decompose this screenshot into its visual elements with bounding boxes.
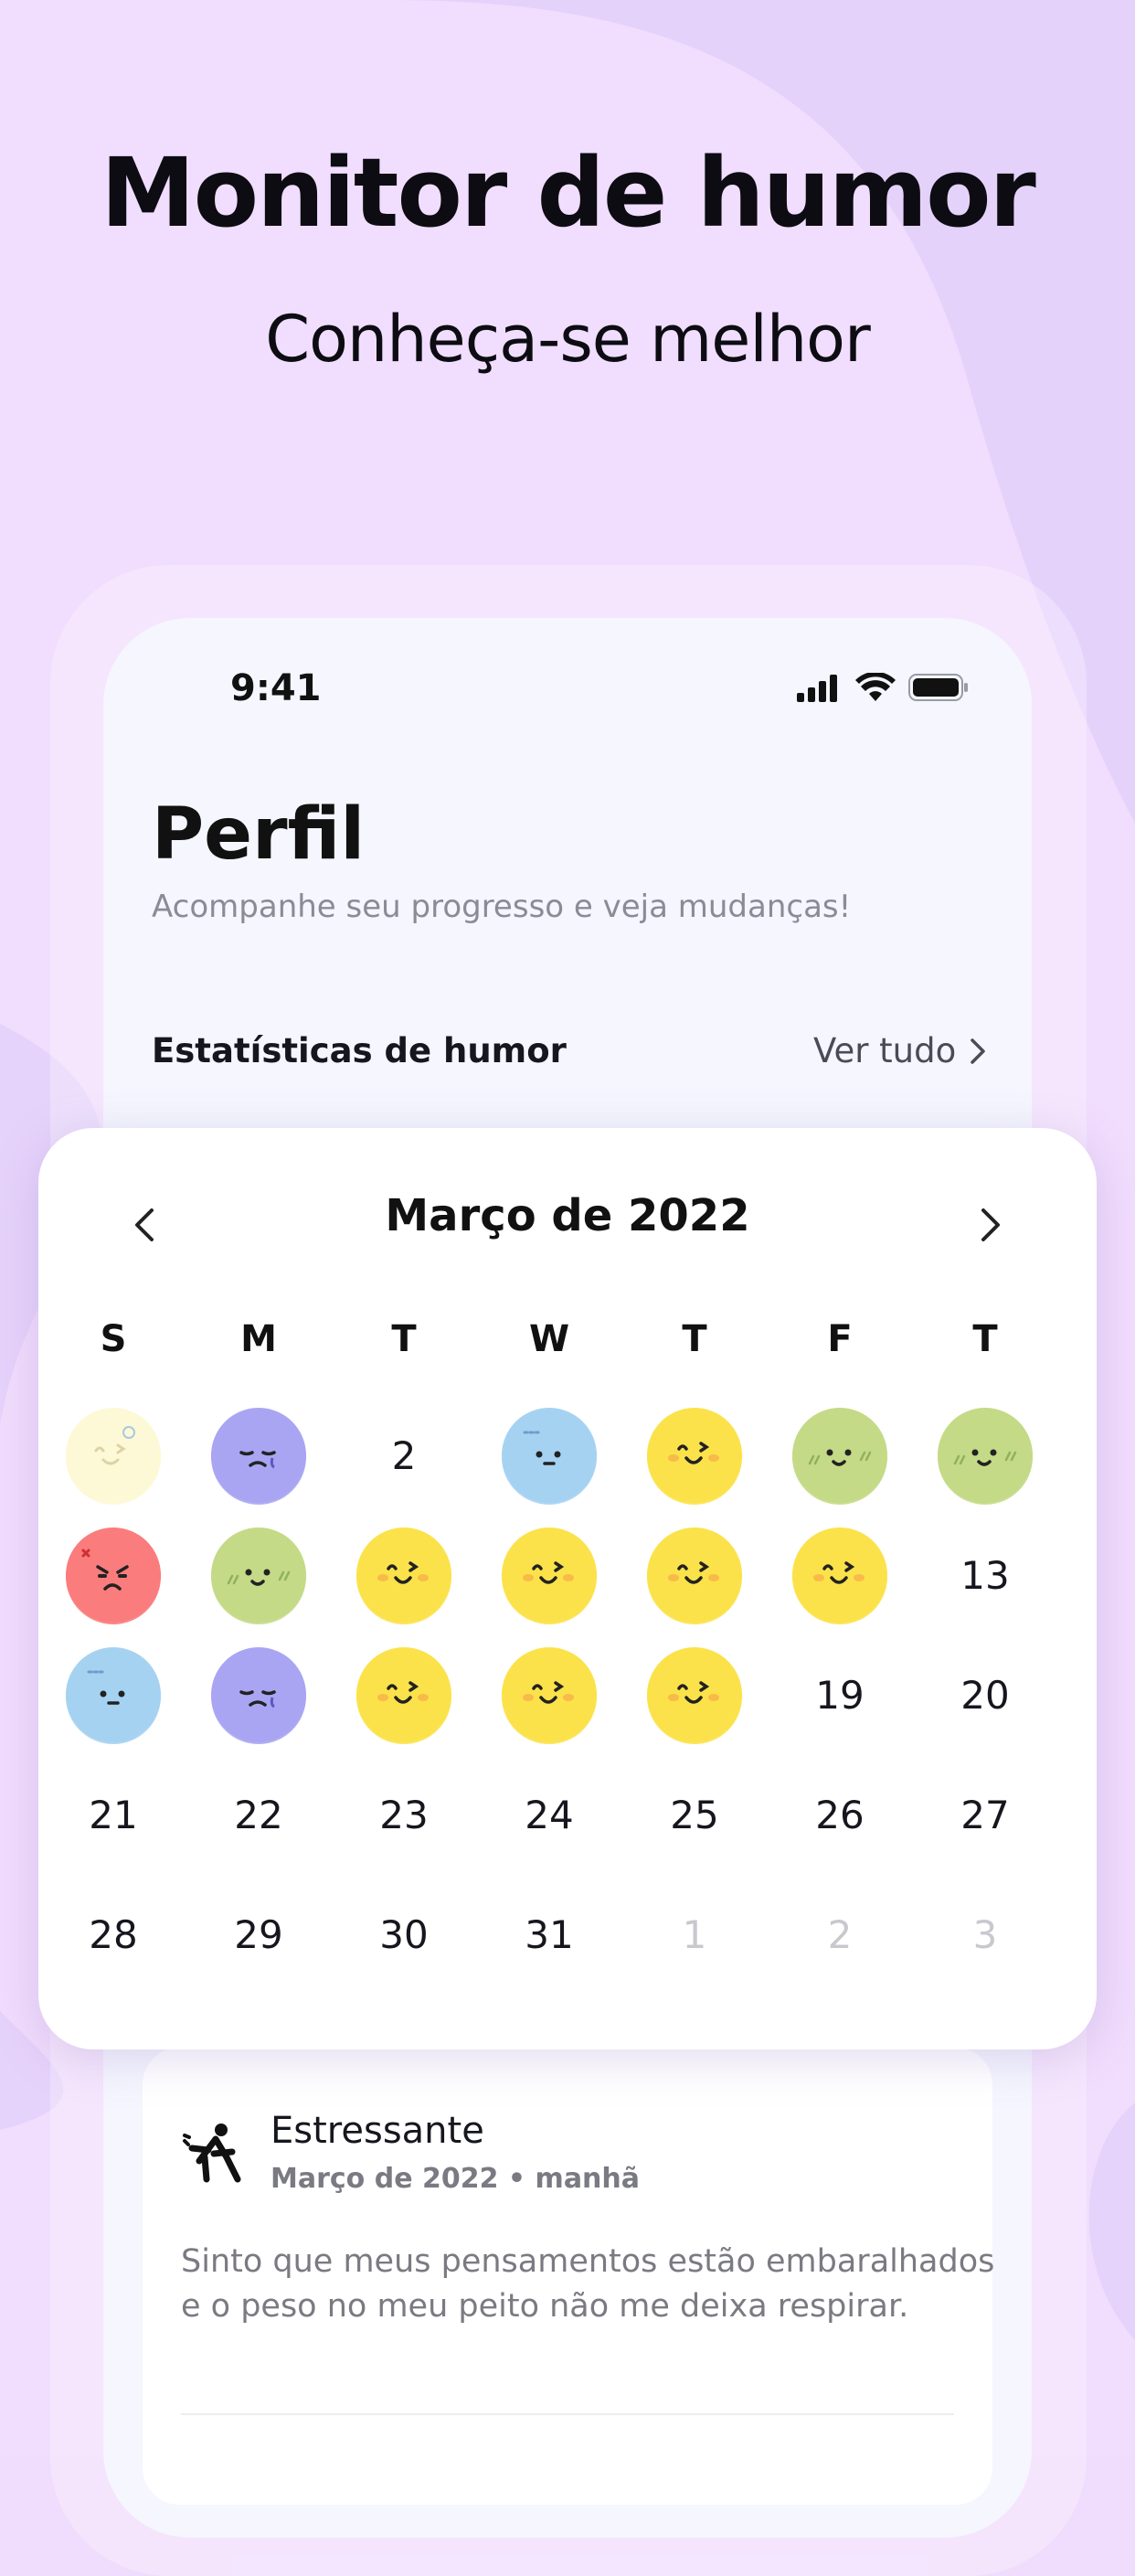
see-all-label: Ver tudo [813, 1031, 957, 1070]
calendar-day[interactable]: 3 [935, 1884, 1035, 1985]
mood-angry-icon[interactable] [63, 1525, 164, 1625]
calendar-day[interactable]: 2 [354, 1405, 454, 1506]
hero-subtitle: Conheça-se melhor [265, 302, 871, 377]
entry-title: Estressante [270, 2110, 484, 2152]
mood-calm-icon[interactable] [499, 1405, 599, 1506]
weekday-label: T [682, 1318, 707, 1360]
mood-content-icon[interactable] [790, 1405, 890, 1506]
calendar-day[interactable]: 30 [354, 1884, 454, 1985]
weekday-label: W [528, 1318, 570, 1360]
divider [181, 2413, 954, 2415]
mood-sad-icon[interactable] [208, 1645, 309, 1745]
mood-calm-icon[interactable] [63, 1645, 164, 1745]
calendar-day[interactable]: 27 [935, 1764, 1035, 1865]
mood-stats-heading: Estatísticas de humor [152, 1031, 567, 1070]
calendar-day[interactable]: 23 [354, 1764, 454, 1865]
mood-sad-icon[interactable] [208, 1405, 309, 1506]
page-title: Perfil [152, 793, 366, 876]
mood-happy-icon[interactable] [644, 1405, 745, 1506]
mood-content-icon[interactable] [935, 1405, 1035, 1506]
calendar-day[interactable]: 26 [790, 1764, 890, 1865]
calendar-day[interactable]: 28 [63, 1884, 164, 1985]
mood-happy-icon[interactable] [790, 1525, 890, 1625]
calendar-day[interactable]: 13 [935, 1525, 1035, 1625]
entry-text-line: e o peso no meu peito não me deixa respi… [181, 2288, 909, 2325]
chevron-right-icon[interactable] [963, 1198, 1018, 1252]
mood-happy-icon[interactable] [354, 1525, 454, 1625]
calendar-day[interactable]: 22 [208, 1764, 309, 1865]
mood-cream-icon[interactable] [63, 1405, 164, 1506]
weekday-label: F [827, 1318, 853, 1360]
calendar-day[interactable]: 31 [499, 1884, 599, 1985]
status-time: 9:41 [230, 667, 322, 709]
mood-happy-icon[interactable] [644, 1645, 745, 1745]
chevron-right-icon [971, 1038, 986, 1064]
battery-icon [908, 673, 969, 706]
mood-happy-icon[interactable] [499, 1645, 599, 1745]
stressed-figure-icon [183, 2124, 241, 2183]
calendar-day[interactable]: 1 [644, 1884, 745, 1985]
page-subtitle: Acompanhe seu progresso e veja mudanças! [152, 889, 852, 925]
mood-entry-card[interactable]: Estressante Março de 2022 • manhã Sinto … [143, 2048, 995, 2505]
weekday-label: T [972, 1318, 998, 1360]
signal-icon [797, 675, 843, 706]
calendar-day[interactable]: 20 [935, 1645, 1035, 1745]
entry-meta: Março de 2022 • manhã [270, 2163, 641, 2195]
see-all-link[interactable]: Ver tudo [813, 1031, 987, 1070]
calendar-day[interactable]: 24 [499, 1764, 599, 1865]
wifi-icon [855, 671, 896, 706]
entry-text: Sinto que meus pensamentos estão embaral… [181, 2240, 995, 2329]
mood-calendar: Março de 2022 SMTWTFT 2 13 19 20 21 22 23 24 25 2… [38, 1128, 1097, 2049]
calendar-day[interactable]: 2 [790, 1884, 890, 1985]
hero-title: Monitor de humor [101, 137, 1036, 249]
weekday-label: T [391, 1318, 417, 1360]
calendar-day[interactable]: 25 [644, 1764, 745, 1865]
mood-happy-icon[interactable] [354, 1645, 454, 1745]
calendar-day[interactable]: 21 [63, 1764, 164, 1865]
mood-happy-icon[interactable] [499, 1525, 599, 1625]
mood-content-icon[interactable] [208, 1525, 309, 1625]
weekday-label: S [100, 1318, 127, 1360]
calendar-day[interactable]: 29 [208, 1884, 309, 1985]
mood-happy-icon[interactable] [644, 1525, 745, 1625]
calendar-day[interactable]: 19 [790, 1645, 890, 1745]
weekday-label: M [240, 1318, 277, 1360]
calendar-month-label: Março de 2022 [385, 1190, 750, 1241]
entry-text-line: Sinto que meus pensamentos estão embaral… [181, 2243, 995, 2280]
